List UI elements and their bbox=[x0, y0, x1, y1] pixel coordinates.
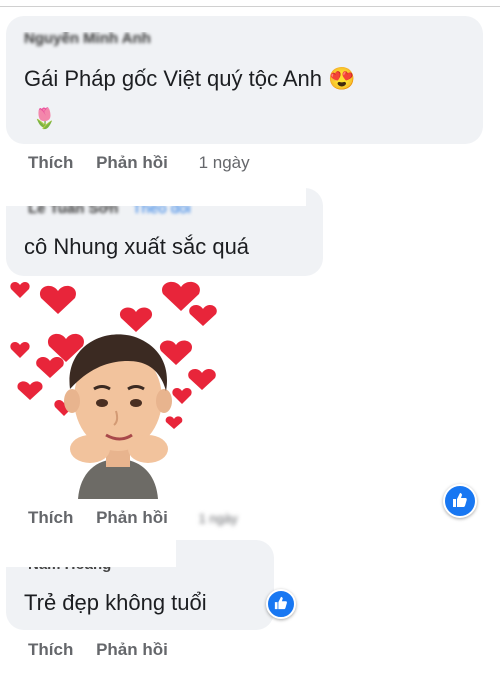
like-reaction-badge[interactable] bbox=[443, 484, 477, 518]
like-link[interactable]: Thích bbox=[28, 508, 73, 528]
comment-actions-1: Thích Phản hồi 1 ngày bbox=[28, 153, 250, 173]
avatar-icon bbox=[64, 334, 172, 499]
like-link[interactable]: Thích bbox=[28, 153, 73, 173]
reply-link[interactable]: Phản hồi bbox=[96, 640, 168, 660]
like-thumb-icon bbox=[453, 493, 467, 507]
reply-link[interactable]: Phản hồi bbox=[96, 508, 168, 528]
timestamp[interactable]: 1 ngày bbox=[199, 153, 250, 173]
comment-actions-3: Thích Phản hồi bbox=[28, 640, 168, 660]
like-link[interactable]: Thích bbox=[28, 640, 73, 660]
timestamp[interactable]: 1 ngày bbox=[199, 511, 238, 526]
comment-actions-2: Thích Phản hồi 1 ngày bbox=[28, 508, 238, 528]
like-thumb-icon bbox=[274, 596, 287, 610]
reply-link[interactable]: Phản hồi bbox=[96, 153, 168, 173]
censor-bar bbox=[18, 22, 188, 32]
censor-bar bbox=[6, 536, 176, 567]
heart-eyes-emoji-icon: 😍 bbox=[328, 66, 356, 91]
like-reaction-badge[interactable] bbox=[266, 589, 296, 619]
comment-text-3: Trẻ đẹp không tuổi bbox=[24, 590, 207, 615]
comment-author-1[interactable]: Nguyễn Minh Anh bbox=[24, 30, 151, 47]
avatar-hearts-sticker bbox=[10, 281, 217, 499]
censor-bar bbox=[6, 182, 306, 206]
comment-text-2: cô Nhung xuất sắc quá bbox=[24, 234, 250, 259]
divider bbox=[0, 6, 500, 7]
comment-text-1: Gái Pháp gốc Việt quý tộc Anh 😍 bbox=[24, 66, 356, 91]
tulip-emoji-icon: 🌷 bbox=[32, 108, 57, 130]
